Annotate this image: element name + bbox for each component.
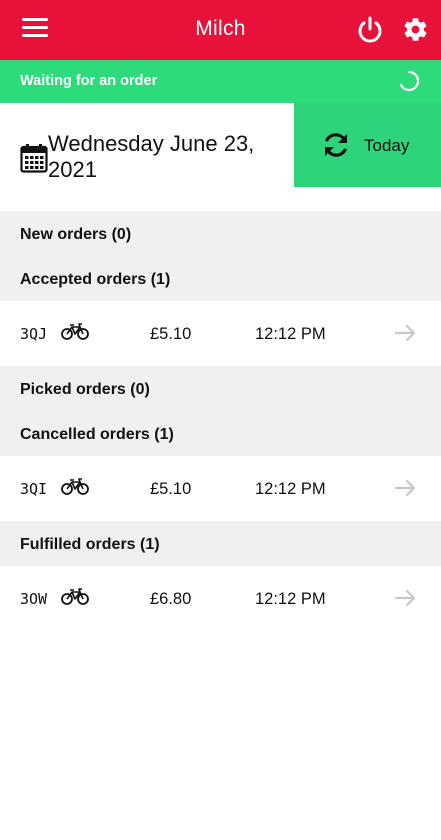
order-time: 12:12 PM xyxy=(255,590,326,608)
section-new-orders-label: New orders (0) xyxy=(20,226,132,243)
section-picked-cancelled: Picked orders (0) Cancelled orders (1) xyxy=(0,366,441,456)
section-picked-orders-label: Picked orders (0) xyxy=(20,381,150,398)
bicycle-icon xyxy=(61,588,89,605)
order-row[interactable]: 3QI £5.10 12:12 PM xyxy=(0,456,441,521)
arrow-right-icon[interactable] xyxy=(395,478,417,498)
section-fulfilled-orders-label: Fulfilled orders (1) xyxy=(20,536,160,553)
section-accepted-orders-label: Accepted orders (1) xyxy=(20,271,171,288)
order-price: £5.10 xyxy=(150,480,192,498)
order-time: 12:12 PM xyxy=(255,325,326,343)
calendar-icon xyxy=(20,144,48,173)
order-row[interactable]: 3OW £6.80 12:12 PM xyxy=(0,566,441,631)
order-price: £5.10 xyxy=(150,325,192,343)
spinner-icon xyxy=(399,70,420,92)
order-time: 12:12 PM xyxy=(255,480,326,498)
power-icon[interactable] xyxy=(357,16,383,44)
arrow-right-icon[interactable] xyxy=(395,323,417,343)
order-code: 3OW xyxy=(20,590,48,608)
arrow-right-icon[interactable] xyxy=(395,588,417,608)
order-code: 3QJ xyxy=(20,325,48,343)
refresh-icon xyxy=(325,133,347,157)
selected-date: Wednesday June 23, 2021 xyxy=(48,131,255,182)
order-row[interactable]: 3QJ £5.10 12:12 PM xyxy=(0,301,441,366)
today-button[interactable]: Today xyxy=(294,103,441,187)
gear-icon[interactable] xyxy=(402,16,429,43)
today-button-label: Today xyxy=(364,136,410,155)
order-price: £6.80 xyxy=(150,590,192,608)
section-cancelled-orders-label: Cancelled orders (1) xyxy=(20,426,174,443)
bicycle-icon xyxy=(61,323,89,340)
order-code: 3QI xyxy=(20,480,48,498)
status-text: Waiting for an order xyxy=(20,73,158,89)
section-new-accepted: New orders (0) Accepted orders (1) xyxy=(0,211,441,301)
status-bar: Waiting for an order xyxy=(0,60,441,103)
app-header: Milch xyxy=(0,0,441,60)
bicycle-icon xyxy=(61,478,89,495)
section-fulfilled: Fulfilled orders (1) xyxy=(0,521,441,566)
